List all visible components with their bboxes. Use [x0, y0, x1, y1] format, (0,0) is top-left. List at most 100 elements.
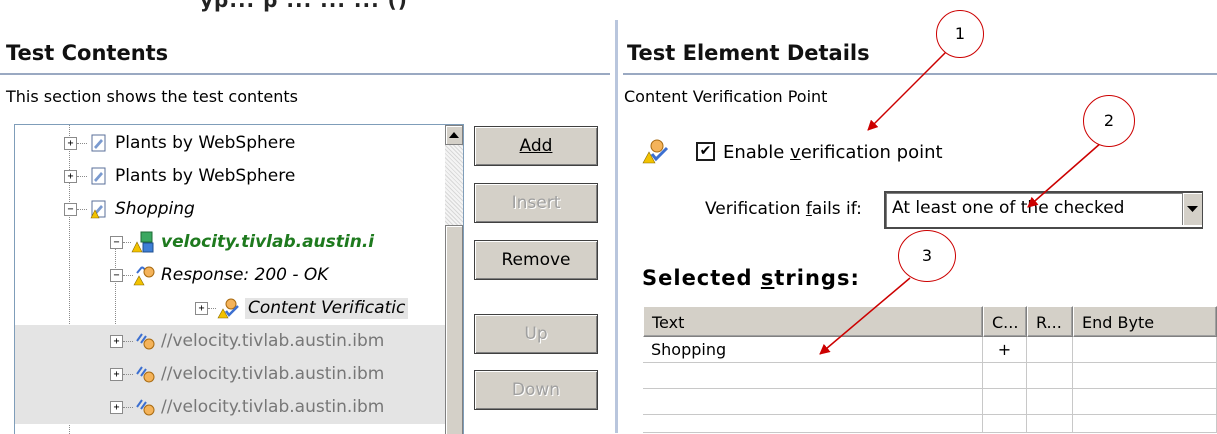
verification-fails-dropdown[interactable]: At least one of the checked	[884, 191, 1203, 229]
tree-item[interactable]: − velocity.tivlab.austin.i	[15, 226, 445, 259]
tree-item[interactable]: + Plants by WebSphere	[15, 127, 445, 160]
tree-item-label: Plants by WebSphere	[115, 166, 296, 186]
table-cell-empty[interactable]	[643, 363, 983, 389]
tree-connector	[77, 209, 87, 210]
enable-verification-checkbox[interactable]: ✔	[696, 142, 715, 161]
insert-button[interactable]: Insert	[474, 183, 598, 223]
chevron-down-icon	[1187, 206, 1198, 212]
down-button-label: Down	[511, 380, 561, 400]
tree-item[interactable]: + Plants by WebSphere	[15, 160, 445, 193]
table-cell-empty[interactable]	[983, 363, 1027, 389]
tree-connector	[77, 143, 87, 144]
tree-item-selected[interactable]: + Content Verificatic	[15, 292, 445, 325]
tree-item[interactable]: + //velocity.tivlab.austin.ibm	[15, 358, 445, 391]
collapse-icon[interactable]: −	[110, 269, 123, 282]
add-button-label: Add	[519, 136, 553, 156]
details-description: Content Verification Point	[624, 87, 828, 106]
tree-connector	[123, 341, 133, 342]
column-header-text[interactable]: Text	[643, 306, 983, 337]
insert-button-label: Insert	[511, 193, 561, 213]
enable-verification-label: Enable verification point	[723, 142, 943, 163]
scroll-up-button[interactable]	[445, 125, 463, 145]
callout-2: 2	[1083, 95, 1135, 147]
column-header-regex[interactable]: R...	[1027, 306, 1073, 337]
test-contents-tree[interactable]: + Plants by WebSphere + Plants by WebSph…	[14, 124, 464, 434]
table-cell-empty[interactable]	[643, 389, 983, 415]
arrow-up-icon	[449, 132, 459, 138]
table-cell-empty[interactable]	[983, 389, 1027, 415]
dropdown-value: At least one of the checked	[892, 198, 1125, 218]
tree-connector	[77, 176, 87, 177]
table-cell-empty[interactable]	[983, 415, 1027, 433]
expand-icon[interactable]: +	[64, 137, 77, 150]
tree-connector	[208, 308, 216, 309]
table-cell-empty[interactable]	[643, 415, 983, 433]
expand-icon[interactable]: +	[110, 335, 123, 348]
tree-item-label: //velocity.tivlab.austin.ibm	[161, 364, 385, 384]
remove-button-label: Remove	[501, 250, 571, 270]
tree-item-label: Plants by WebSphere	[115, 133, 296, 153]
response-icon	[133, 266, 155, 286]
table-cell-regex[interactable]	[1027, 337, 1073, 363]
tree-item-label: //velocity.tivlab.austin.ibm	[161, 397, 385, 417]
selected-strings-heading: Selected strings:	[642, 266, 860, 290]
tree-item-label: Content Verificatic	[245, 298, 409, 319]
pane-divider[interactable]	[615, 20, 618, 433]
callout-3: 3	[898, 230, 956, 282]
verification-point-icon	[217, 298, 239, 319]
down-button[interactable]: Down	[474, 370, 598, 410]
tree-connector	[123, 275, 133, 276]
tree-connector	[123, 407, 133, 408]
test-element-details-title: Test Element Details	[627, 41, 870, 65]
page-request-icon	[136, 399, 155, 416]
add-button[interactable]: Add	[474, 126, 598, 166]
up-button[interactable]: Up	[474, 314, 598, 354]
test-contents-rule	[0, 73, 610, 75]
details-rule	[623, 73, 1217, 75]
selected-strings-table[interactable]: Text C... R... End Byte Shopping +	[643, 306, 1217, 433]
tree-item[interactable]: − Shopping	[15, 193, 445, 226]
tree-item-label: Shopping	[115, 199, 195, 219]
up-button-label: Up	[524, 324, 548, 344]
tree-item[interactable]: − Response: 200 - OK	[15, 259, 445, 292]
tree-item[interactable]: + //velocity.tivlab.austin.ibm	[15, 325, 445, 358]
test-contents-title: Test Contents	[6, 41, 169, 65]
table-cell-empty[interactable]	[1027, 363, 1073, 389]
table-cell-empty[interactable]	[1073, 389, 1217, 415]
table-cell-text[interactable]: Shopping	[643, 337, 983, 363]
expand-icon[interactable]: +	[64, 170, 77, 183]
dropdown-button[interactable]	[1182, 193, 1202, 225]
callout-1: 1	[936, 10, 984, 58]
expand-icon[interactable]: +	[195, 302, 208, 315]
scrollbar-thumb[interactable]	[445, 225, 463, 434]
table-cell-empty[interactable]	[1027, 415, 1073, 433]
test-contents-description: This section shows the test contents	[6, 87, 299, 106]
remove-button[interactable]: Remove	[474, 240, 598, 280]
test-page-icon	[91, 134, 106, 152]
page-request-icon	[136, 333, 155, 350]
page-request-icon	[136, 366, 155, 383]
tree-item-label: Response: 200 - OK	[161, 265, 329, 285]
tree-connector	[123, 374, 133, 375]
verification-fails-label: Verification fails if:	[705, 199, 862, 219]
tree-item-label: //velocity.tivlab.austin.ibm	[161, 331, 385, 351]
tree-vertical-scrollbar[interactable]	[445, 125, 463, 434]
tree-item-label: velocity.tivlab.austin.i	[161, 232, 375, 252]
table-cell-end-byte[interactable]	[1073, 337, 1217, 363]
test-page-warning-icon	[90, 200, 106, 219]
column-header-end-byte[interactable]: End Byte	[1073, 306, 1217, 337]
table-cell-empty[interactable]	[1073, 363, 1217, 389]
expand-icon[interactable]: +	[110, 368, 123, 381]
collapse-icon[interactable]: −	[110, 236, 123, 249]
column-header-case[interactable]: C...	[983, 306, 1027, 337]
table-cell-empty[interactable]	[1027, 389, 1073, 415]
expand-icon[interactable]: +	[110, 401, 123, 414]
tree-connector	[123, 242, 131, 243]
verification-point-icon	[642, 139, 669, 164]
tree-item[interactable]: + //velocity.tivlab.austin.ibm	[15, 391, 445, 424]
table-cell-empty[interactable]	[1073, 415, 1217, 433]
table-cell-case[interactable]: +	[983, 337, 1027, 363]
callout-1-arrow	[867, 49, 949, 131]
collapse-icon[interactable]: −	[64, 203, 77, 216]
http-request-icon	[131, 231, 154, 253]
